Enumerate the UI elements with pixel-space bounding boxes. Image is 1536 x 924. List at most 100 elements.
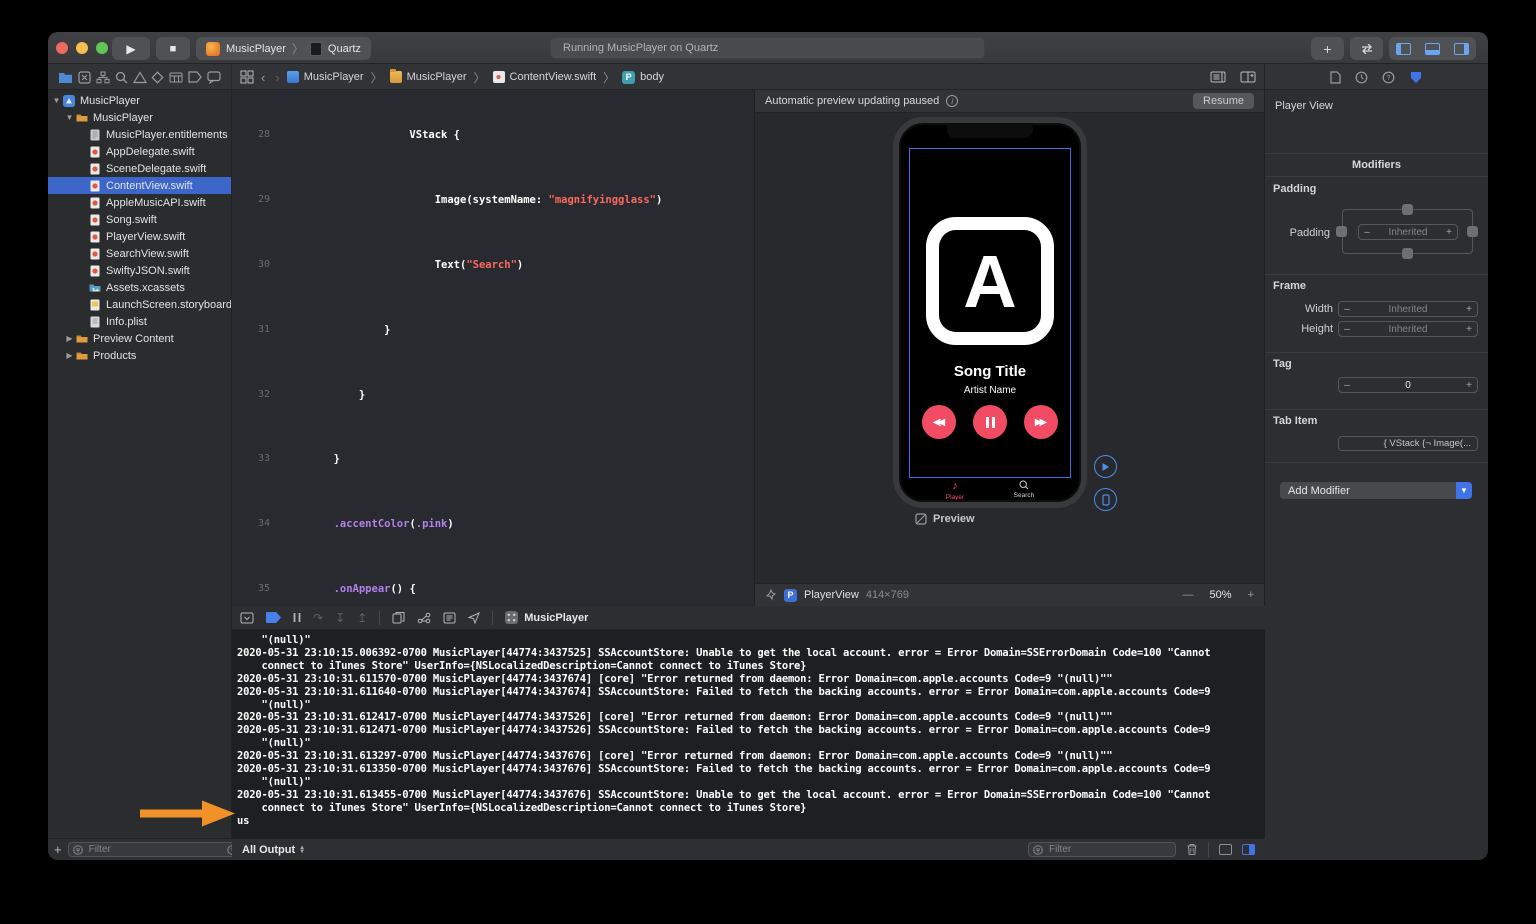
show-console-view-button[interactable] <box>1242 844 1255 855</box>
debug-process-name[interactable]: MusicPlayer <box>524 612 588 624</box>
show-variables-view-button[interactable] <box>1219 844 1232 855</box>
breakpoints-toggle-button[interactable] <box>266 612 281 623</box>
add-modifier-dropdown[interactable]: Add Modifier ▼ <box>1280 482 1472 499</box>
stepper-increment[interactable]: + <box>1461 304 1477 315</box>
console-output[interactable]: "(null)" 2020-05-31 23:10:15.006392-0700… <box>232 630 1265 838</box>
file-tree-row[interactable]: Assets.xcassets <box>48 279 231 296</box>
file-tree-row[interactable]: AppDelegate.swift <box>48 143 231 160</box>
file-tree-row[interactable]: SearchView.swift <box>48 245 231 262</box>
editor-swap-button[interactable] <box>1350 37 1383 60</box>
navigator-filter-input[interactable] <box>87 843 223 856</box>
report-navigator-tab[interactable] <box>207 71 221 84</box>
related-items-button[interactable] <box>240 70 254 84</box>
stepper-decrement[interactable]: – <box>1339 380 1355 391</box>
stepper-increment[interactable]: + <box>1461 324 1477 335</box>
find-navigator-tab[interactable] <box>115 71 128 84</box>
breakpoint-navigator-tab[interactable] <box>188 71 202 83</box>
help-inspector-tab[interactable]: ? <box>1382 71 1395 84</box>
run-button[interactable]: ▶ <box>112 37 150 60</box>
memory-graph-button[interactable] <box>417 612 431 624</box>
go-back-button[interactable]: ‹ <box>261 70 265 85</box>
view-debugger-button[interactable] <box>392 611 405 624</box>
disclosure-triangle[interactable]: ▼ <box>52 96 61 105</box>
toggle-navigator-button[interactable] <box>1389 37 1418 60</box>
stepper-increment[interactable]: + <box>1441 227 1457 238</box>
go-forward-button[interactable]: › <box>275 70 279 85</box>
close-button[interactable] <box>56 42 68 54</box>
breadcrumb-project[interactable]: MusicPlayer <box>287 71 364 83</box>
width-stepper[interactable]: – Inherited + <box>1338 301 1478 317</box>
console-filter-field[interactable] <box>1028 842 1176 857</box>
editor-options-button[interactable] <box>1210 71 1226 83</box>
toggle-inspector-button[interactable] <box>1447 37 1476 60</box>
minimize-button[interactable] <box>76 42 88 54</box>
file-tree-row[interactable]: ▶ Products <box>48 347 231 364</box>
padding-stepper[interactable]: – Inherited + <box>1358 224 1458 240</box>
height-stepper[interactable]: – Inherited + <box>1338 321 1478 337</box>
add-file-button[interactable]: + <box>54 842 62 857</box>
file-tree-row[interactable]: AppleMusicAPI.swift <box>48 194 231 211</box>
file-tree-row[interactable]: SceneDelegate.swift <box>48 160 231 177</box>
toggle-debug-area-button[interactable] <box>1418 37 1447 60</box>
tag-stepper[interactable]: – 0 + <box>1338 377 1478 393</box>
file-tree-row[interactable]: LaunchScreen.storyboard <box>48 296 231 313</box>
padding-top-checkbox[interactable] <box>1402 204 1413 215</box>
padding-bottom-checkbox[interactable] <box>1402 248 1413 259</box>
test-navigator-tab[interactable] <box>151 71 164 84</box>
file-tree-row[interactable]: MusicPlayer.entitlements <box>48 126 231 143</box>
live-preview-button[interactable] <box>1094 455 1117 478</box>
tab-item-value-field[interactable]: { VStack {¬ Image(... <box>1338 436 1478 451</box>
file-inspector-tab[interactable] <box>1330 71 1341 84</box>
library-add-button[interactable]: + <box>1311 37 1344 60</box>
source-control-navigator-tab[interactable] <box>78 71 91 84</box>
file-tree-row[interactable]: Info.plist <box>48 313 231 330</box>
rewind-button[interactable]: ◀◀ <box>922 405 956 439</box>
file-tree-row[interactable]: ▼ MusicPlayer <box>48 92 231 109</box>
symbol-navigator-tab[interactable] <box>96 71 110 84</box>
step-into-button[interactable]: ↧ <box>335 611 345 625</box>
pin-icon[interactable] <box>765 589 777 601</box>
stepper-decrement[interactable]: – <box>1339 324 1355 335</box>
attributes-inspector-tab[interactable] <box>1409 71 1423 84</box>
console-filter-input[interactable] <box>1047 843 1171 856</box>
breadcrumb-symbol[interactable]: P body <box>622 71 664 84</box>
pause-button[interactable] <box>973 405 1007 439</box>
zoom-out-button[interactable]: — <box>1183 589 1194 601</box>
file-tree-row[interactable]: ▶ Preview Content <box>48 330 231 347</box>
file-tree-row[interactable]: SwiftyJSON.swift <box>48 262 231 279</box>
stepper-increment[interactable]: + <box>1461 380 1477 391</box>
file-tree-row[interactable]: ▼ MusicPlayer <box>48 109 231 126</box>
breadcrumb-group[interactable]: MusicPlayer <box>390 71 467 83</box>
zoom-level[interactable]: 50% <box>1210 589 1232 601</box>
add-editor-button[interactable] <box>1240 71 1256 83</box>
step-over-button[interactable]: ↷ <box>313 611 323 625</box>
preview-on-device-button[interactable] <box>1094 488 1117 511</box>
hide-debug-area-button[interactable] <box>240 612 254 624</box>
project-navigator-tab[interactable] <box>58 71 73 84</box>
disclosure-triangle[interactable]: ▶ <box>65 351 74 360</box>
step-out-button[interactable]: ↥ <box>357 611 367 625</box>
clear-console-trash-icon[interactable] <box>1186 843 1198 856</box>
zoom-in-button[interactable]: + <box>1248 589 1254 601</box>
file-tree-row[interactable]: ContentView.swift <box>48 177 231 194</box>
console-scope-selector[interactable]: All Output ▲▼ <box>242 844 305 856</box>
file-tree-row[interactable]: Song.swift <box>48 211 231 228</box>
padding-trailing-checkbox[interactable] <box>1467 226 1478 237</box>
navigator-filter-field[interactable] <box>68 842 256 857</box>
zoom-button[interactable] <box>96 42 108 54</box>
simulate-location-button[interactable] <box>468 612 480 624</box>
source-editor[interactable]: 28 VStack { 29 Image(systemName: "magnif… <box>232 90 755 606</box>
stop-button[interactable]: ■ <box>156 37 190 60</box>
history-inspector-tab[interactable] <box>1355 71 1368 84</box>
disclosure-triangle[interactable]: ▶ <box>65 334 74 343</box>
stepper-decrement[interactable]: – <box>1359 227 1375 238</box>
disclosure-triangle[interactable]: ▼ <box>65 113 74 122</box>
environment-overrides-button[interactable] <box>443 612 456 624</box>
debug-navigator-tab[interactable] <box>169 71 183 84</box>
info-icon[interactable]: i <box>946 95 958 107</box>
iphone-screen[interactable]: A Song Title Artist Name ◀◀ ▶▶ ♪ Player <box>901 125 1079 500</box>
scheme-selector[interactable]: MusicPlayer 〉 Quartz <box>196 37 371 60</box>
resume-button[interactable]: Resume <box>1193 93 1254 109</box>
stepper-decrement[interactable]: – <box>1339 304 1355 315</box>
file-tree-row[interactable]: PlayerView.swift <box>48 228 231 245</box>
